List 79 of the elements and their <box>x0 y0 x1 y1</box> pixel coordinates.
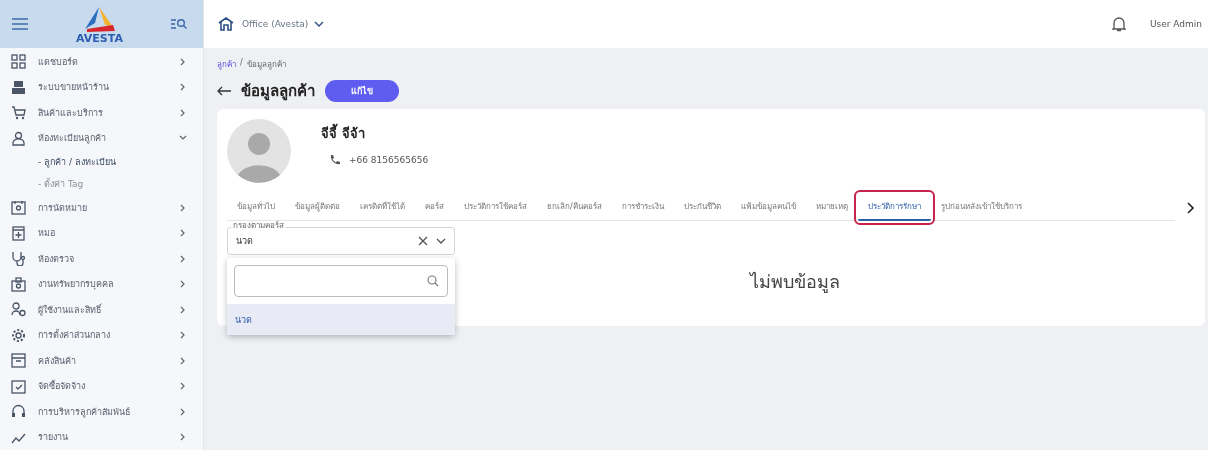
search-list-icon[interactable] <box>171 18 187 30</box>
breadcrumb-separator: / <box>240 58 243 69</box>
customer-name: จีจี้ จีจ้า <box>321 123 429 144</box>
home-icon[interactable] <box>218 17 234 31</box>
cart-icon <box>11 105 26 121</box>
sidebar-subitem[interactable]: - ตั้งค่า Tag <box>0 173 203 195</box>
tab[interactable]: ข้อมูลทั่วไป <box>227 194 285 221</box>
sidebar-item[interactable]: คลังสินค้า <box>0 348 203 374</box>
id-badge-icon <box>11 276 26 292</box>
sidebar-item[interactable]: การตั้งค่าส่วนกลาง <box>0 322 203 348</box>
sidebar-item[interactable]: ห้องตรวจ <box>0 246 203 272</box>
dropdown-option[interactable]: นวด <box>227 304 455 335</box>
chevron-down-icon <box>314 20 325 28</box>
sidebar-item[interactable]: ห้องทะเบียนลูกค้า <box>0 125 203 151</box>
stethoscope-icon <box>11 251 26 267</box>
chevron-right-icon <box>179 83 187 92</box>
tab[interactable]: ข้อมูลผู้ติดต่อ <box>285 194 350 221</box>
sidebar-item[interactable]: หมอ <box>0 220 203 246</box>
tab[interactable]: เครดิตที่ใช้ได้ <box>350 194 415 221</box>
tab[interactable]: รูปก่อนหลังเข้าใช้บริการ <box>930 194 1032 221</box>
breadcrumb-link[interactable]: ลูกค้า <box>217 58 236 71</box>
chevron-right-icon <box>179 305 187 314</box>
course-filter-select[interactable]: กรองตามคอร์ส นวด <box>227 221 455 255</box>
archive-icon <box>11 353 26 369</box>
phone-number: +66 8156565656 <box>349 155 429 165</box>
chevron-right-icon[interactable] <box>1187 201 1195 214</box>
sidebar-item[interactable]: ระบบขายหน้าร้าน <box>0 74 203 100</box>
sidebar-item[interactable]: งานทรัพยากรบุคคล <box>0 271 203 297</box>
sidebar-item[interactable]: การนัดหมาย <box>0 195 203 221</box>
chevron-right-icon <box>179 108 187 117</box>
chevron-down-icon[interactable] <box>436 237 446 245</box>
chevron-right-icon <box>179 382 187 391</box>
users-icon <box>11 302 26 318</box>
back-arrow-icon[interactable] <box>217 86 231 96</box>
search-icon <box>427 275 439 287</box>
sidebar-item[interactable]: สินค้าและบริการ <box>0 100 203 126</box>
chevron-right-icon <box>179 407 187 416</box>
page-title: ข้อมูลลูกค้า <box>241 81 315 103</box>
tab[interactable]: คอร์ส <box>415 194 454 221</box>
avatar <box>227 119 291 183</box>
bell-icon[interactable] <box>1111 16 1126 32</box>
medical-icon <box>11 225 26 241</box>
headset-icon <box>11 404 26 420</box>
tab[interactable]: หมายเหตุ <box>805 194 858 221</box>
chevron-right-icon <box>179 280 187 289</box>
chevron-right-icon <box>179 229 187 238</box>
chevron-right-icon <box>179 203 187 212</box>
breadcrumb-item: ข้อมูลลูกค้า <box>246 59 286 71</box>
sidebar-item[interactable]: การบริหารลูกค้าสัมพันธ์ <box>0 399 203 425</box>
calendar-icon <box>11 200 26 216</box>
user-name[interactable]: User Admin <box>1149 19 1202 29</box>
chevron-right-icon <box>179 433 187 442</box>
settings-icon <box>11 327 26 343</box>
tab[interactable]: ประกันชีวิต <box>673 194 731 221</box>
tab[interactable]: ประวัติการใช้คอร์ส <box>454 194 537 221</box>
sidebar-item[interactable]: แดชบอร์ด <box>0 49 203 75</box>
close-icon[interactable] <box>418 236 428 246</box>
chevron-right-icon <box>179 356 187 365</box>
branch-selector[interactable]: Office (Avesta) <box>242 19 325 29</box>
sidebar-item[interactable]: ผู้ใช้งานและสิทธิ์ <box>0 297 203 323</box>
tab[interactable]: ยกเลิก/คืนคอร์ส <box>537 194 612 221</box>
sidebar-item[interactable]: จัดซื้อจัดจ้าง <box>0 373 203 399</box>
grid-icon <box>11 54 26 70</box>
menu-icon[interactable] <box>12 18 28 30</box>
chevron-right-icon <box>179 57 187 66</box>
logo: AVESTA <box>76 3 123 45</box>
tab[interactable]: การชำระเงิน <box>611 194 674 221</box>
tab[interactable]: แฟ้มข้อมูลคนไข้ <box>730 194 806 221</box>
empty-message: ไม่พบข้อมูล <box>748 270 841 295</box>
chevron-right-icon <box>179 331 187 340</box>
register-icon <box>11 79 26 95</box>
phone-icon <box>329 154 341 166</box>
sidebar-subitem[interactable]: - ลูกค้า / ลงทะเบียน <box>0 151 203 173</box>
chevron-right-icon <box>179 254 187 263</box>
edit-button[interactable]: แก้ไข <box>325 80 399 102</box>
clipboard-icon <box>11 378 26 394</box>
search-field[interactable] <box>234 265 448 297</box>
sidebar-item[interactable]: รายงาน <box>0 424 203 450</box>
user-icon <box>11 130 26 146</box>
